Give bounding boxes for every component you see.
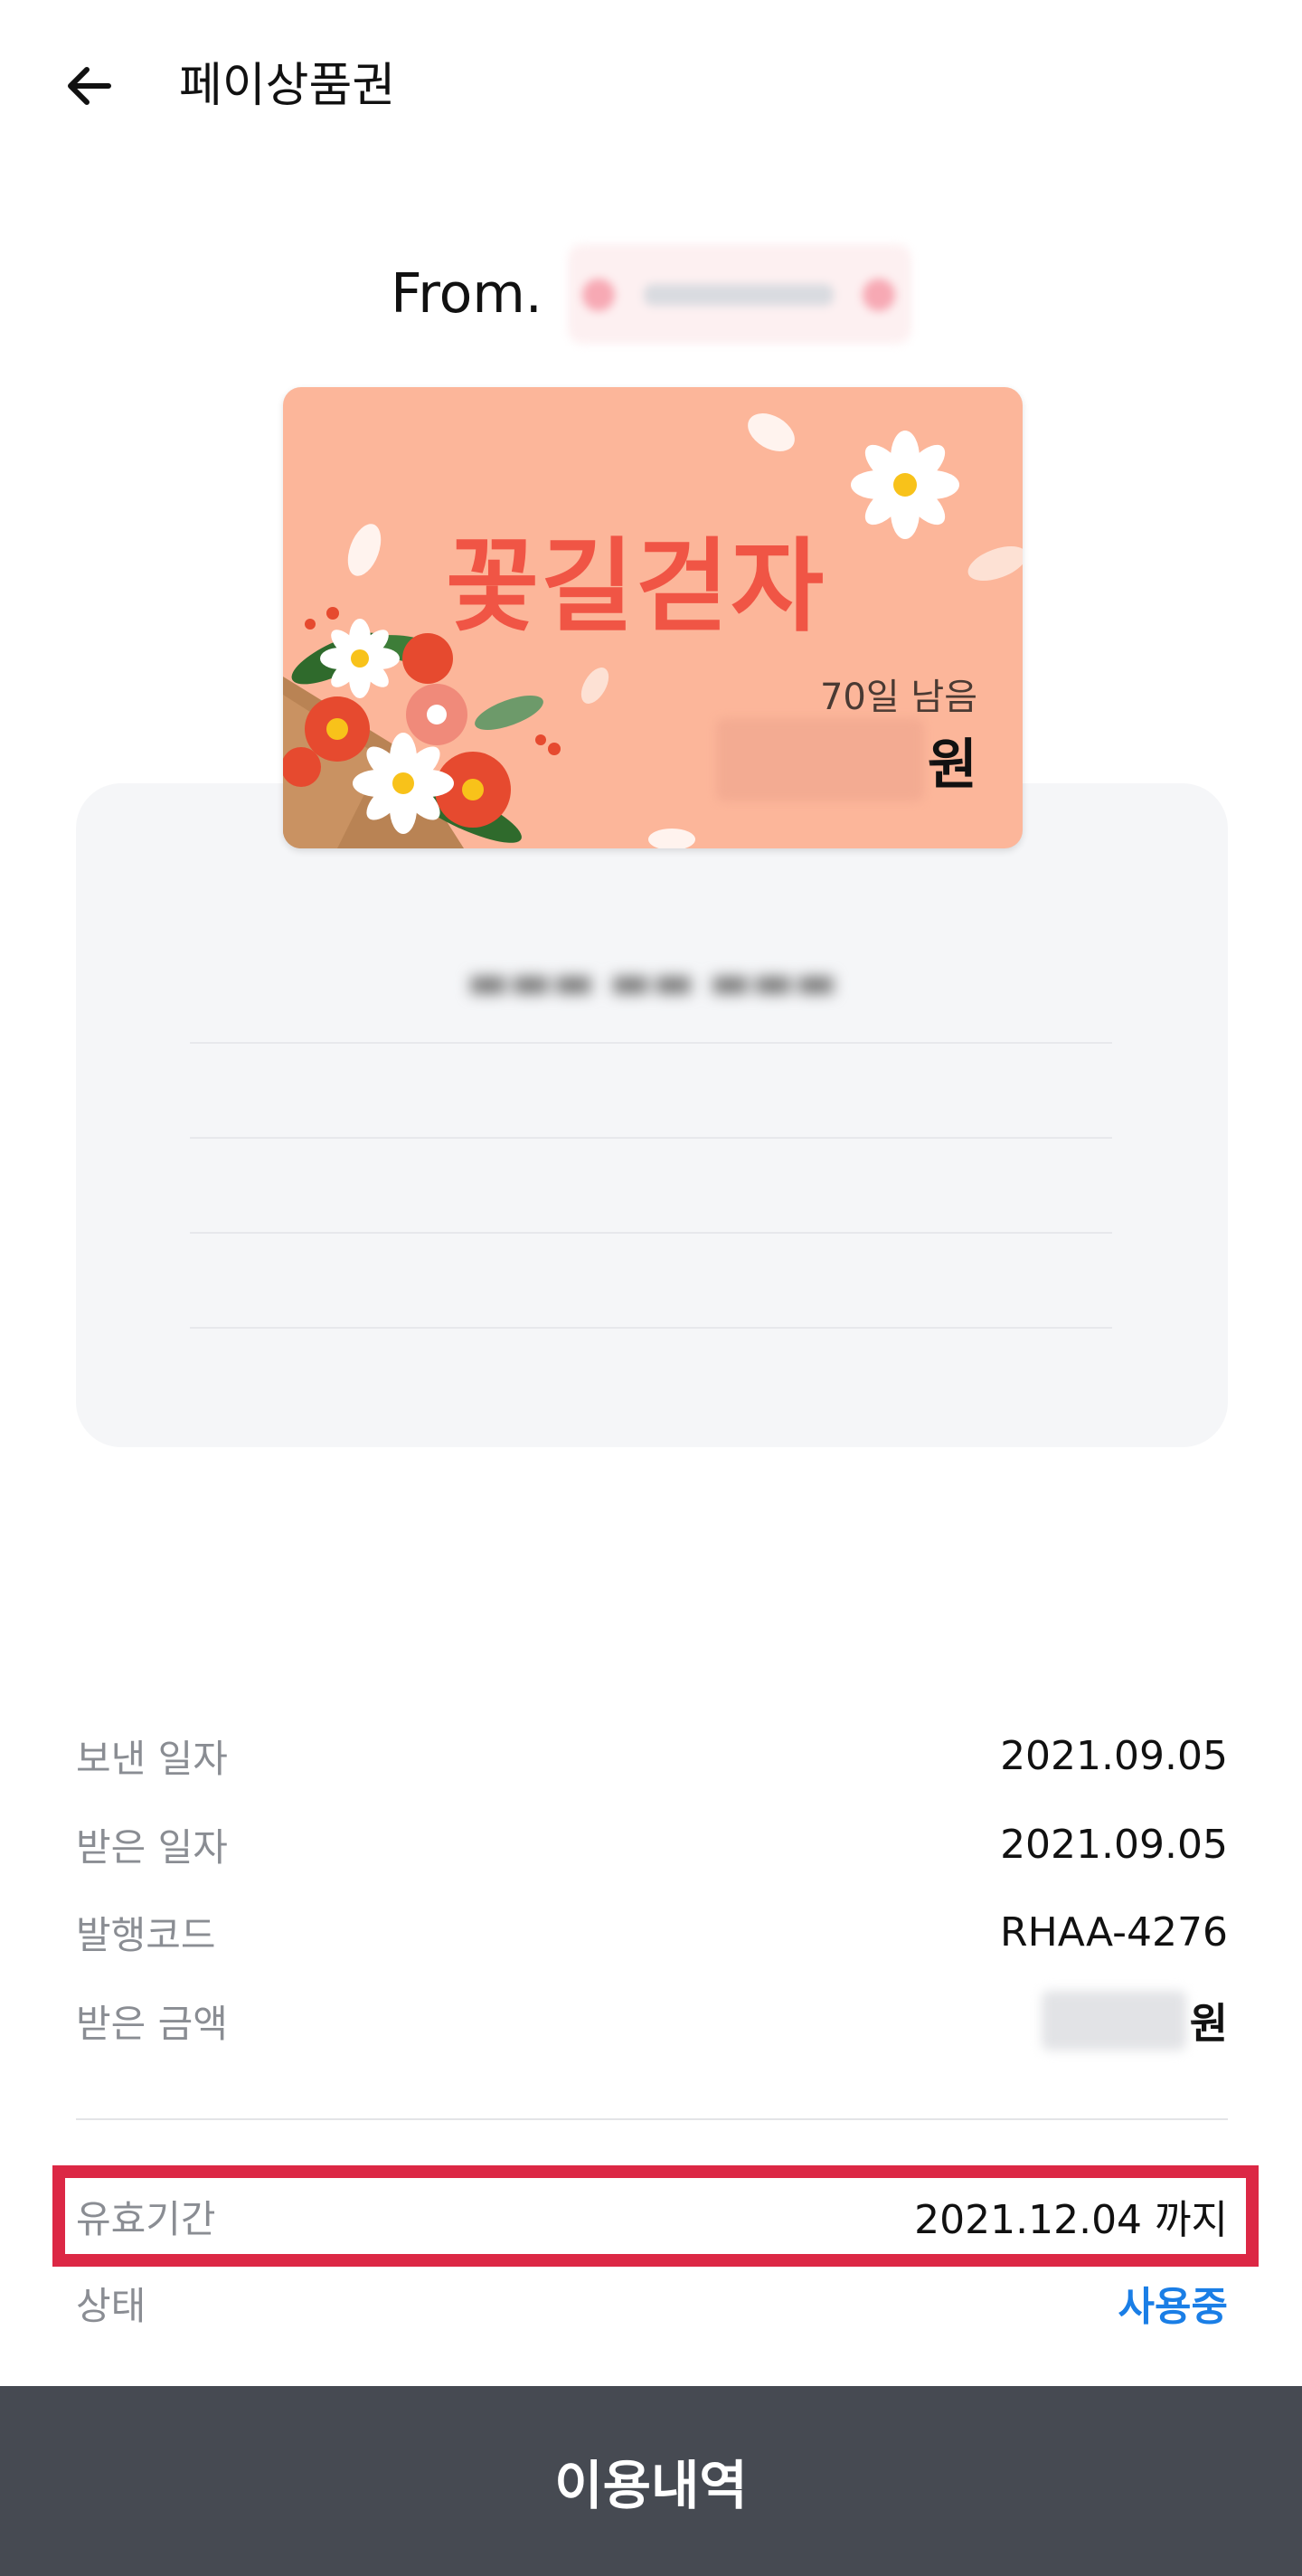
app-header: 페이상품권: [0, 0, 1302, 172]
detail-value: 2021.09.05: [1000, 1732, 1228, 1779]
message-line: [190, 1042, 1112, 1044]
back-button[interactable]: [54, 50, 127, 122]
message-line: [190, 1137, 1112, 1139]
days-remaining: 70일 남음: [819, 677, 977, 718]
detail-value: 원: [1041, 1991, 1228, 2050]
usage-history-label: 이용내역: [554, 2455, 748, 2516]
detail-label: 발행코드: [76, 1912, 216, 1957]
sender-row: From.: [0, 244, 1302, 344]
message-line: [190, 1232, 1112, 1234]
detail-row-received-amount: 받은 금액 원: [76, 1989, 1228, 2052]
detail-label: 받은 금액: [76, 2001, 228, 2046]
detail-row-received-date: 받은 일자 2021.09.05: [76, 1813, 1228, 1876]
from-label: From.: [391, 262, 542, 326]
status-label: 상태: [76, 2283, 146, 2328]
message-card: ▬▬▬ ▬▬ ▬▬▬: [76, 783, 1228, 1447]
message-text-redacted: ▬▬▬ ▬▬ ▬▬▬: [467, 955, 837, 1008]
gift-amount-redacted: [715, 718, 924, 801]
detail-row-status: 상태 사용중: [76, 2271, 1228, 2334]
currency-label: 원: [1189, 1999, 1228, 2048]
usage-history-button[interactable]: 이용내역: [0, 2386, 1302, 2576]
detail-label: 받은 일자: [76, 1824, 228, 1870]
message-line: [190, 1327, 1112, 1329]
page-title: 페이상품권: [179, 59, 396, 113]
sender-name-redacted: [567, 244, 911, 344]
gift-card-amount: 원: [715, 718, 977, 801]
gift-card: 꽃길걷자 70일 남음 원: [283, 387, 1023, 848]
currency-label: 원: [927, 733, 977, 797]
status-badge: 사용중: [1118, 2284, 1228, 2330]
detail-row-validity: 유효기간 2021.12.04 까지: [76, 2184, 1228, 2248]
validity-label: 유효기간: [76, 2196, 216, 2241]
validity-value: 2021.12.04 까지: [914, 2197, 1228, 2243]
gift-card-title: 꽃길걷자: [446, 528, 826, 646]
detail-value: RHAA-4276: [1000, 1908, 1228, 1956]
arrow-left-icon: [68, 67, 111, 105]
detail-label: 보낸 일자: [76, 1736, 228, 1781]
amount-redacted: [1041, 1991, 1186, 2050]
detail-row-sent-date: 보낸 일자 2021.09.05: [76, 1724, 1228, 1787]
detail-value: 2021.09.05: [1000, 1821, 1228, 1868]
divider: [76, 2118, 1228, 2120]
detail-row-issue-code: 발행코드 RHAA-4276: [76, 1900, 1228, 1964]
